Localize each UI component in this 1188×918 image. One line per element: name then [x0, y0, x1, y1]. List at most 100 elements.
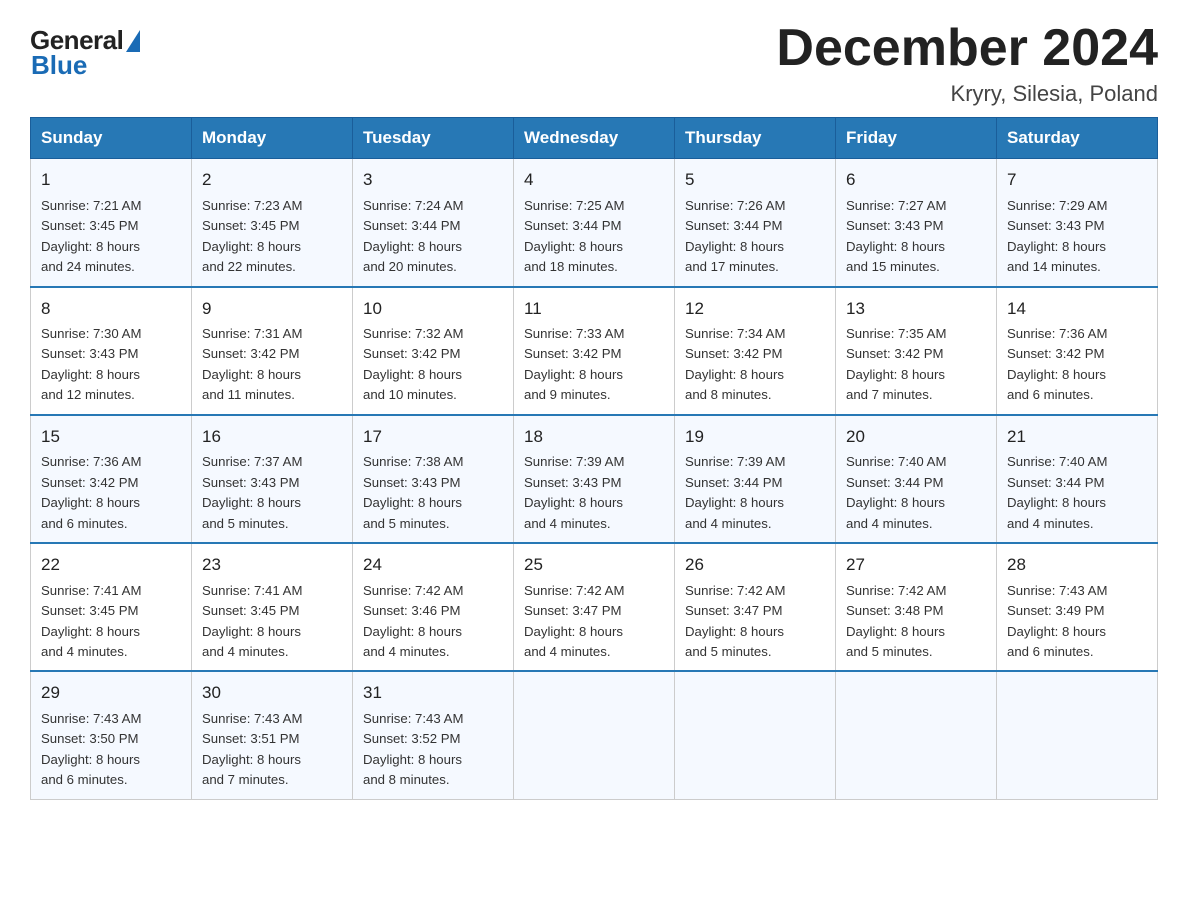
calendar-day-13: 13 Sunrise: 7:35 AMSunset: 3:42 PMDayligh…: [836, 287, 997, 415]
calendar-day-1: 1 Sunrise: 7:21 AMSunset: 3:45 PMDaylight…: [31, 159, 192, 287]
calendar-day-8: 8Sunrise: 7:30 AMSunset: 3:43 PMDaylight…: [31, 287, 192, 415]
calendar-day-2: 2 Sunrise: 7:23 AMSunset: 3:45 PMDaylight…: [192, 159, 353, 287]
day-number: 24: [363, 552, 503, 578]
day-number: 19: [685, 424, 825, 450]
day-info: Sunrise: 7:40 AMSunset: 3:44 PMDaylight:…: [846, 454, 946, 530]
day-number: 12: [685, 296, 825, 322]
day-number: 3: [363, 167, 503, 193]
calendar-day-23: 23Sunrise: 7:41 AMSunset: 3:45 PMDayligh…: [192, 543, 353, 671]
calendar-day-10: 10Sunrise: 7:32 AMSunset: 3:42 PMDayligh…: [353, 287, 514, 415]
calendar-week-5: 29 Sunrise: 7:43 AMSunset: 3:50 PMDayligh…: [31, 671, 1158, 799]
calendar-table: SundayMondayTuesdayWednesdayThursdayFrid…: [30, 117, 1158, 800]
day-info: Sunrise: 7:42 AMSunset: 3:47 PMDaylight:…: [524, 583, 624, 659]
calendar-day-30: 30 Sunrise: 7:43 AMSunset: 3:51 PMDayligh…: [192, 671, 353, 799]
calendar-empty-cell: [836, 671, 997, 799]
calendar-day-5: 5 Sunrise: 7:26 AMSunset: 3:44 PMDaylight…: [675, 159, 836, 287]
day-info: Sunrise: 7:29 AMSunset: 3:43 PMDaylight:…: [1007, 198, 1107, 274]
day-info: Sunrise: 7:35 AMSunset: 3:42 PMDaylight:…: [846, 326, 946, 402]
calendar-day-21: 21Sunrise: 7:40 AMSunset: 3:44 PMDayligh…: [997, 415, 1158, 543]
day-number: 13: [846, 296, 986, 322]
day-number: 15: [41, 424, 181, 450]
header-saturday: Saturday: [997, 118, 1158, 159]
calendar-day-12: 12 Sunrise: 7:34 AMSunset: 3:42 PMDayligh…: [675, 287, 836, 415]
calendar-day-25: 25 Sunrise: 7:42 AMSunset: 3:47 PMDayligh…: [514, 543, 675, 671]
logo-blue-text: Blue: [31, 50, 87, 81]
day-info: Sunrise: 7:40 AMSunset: 3:44 PMDaylight:…: [1007, 454, 1107, 530]
day-number: 20: [846, 424, 986, 450]
calendar-day-3: 3 Sunrise: 7:24 AMSunset: 3:44 PMDaylight…: [353, 159, 514, 287]
day-number: 31: [363, 680, 503, 706]
calendar-week-4: 22 Sunrise: 7:41 AMSunset: 3:45 PMDayligh…: [31, 543, 1158, 671]
logo-triangle-icon: [126, 30, 140, 52]
day-info: Sunrise: 7:32 AMSunset: 3:42 PMDaylight:…: [363, 326, 463, 402]
month-title: December 2024: [776, 20, 1158, 77]
day-number: 2: [202, 167, 342, 193]
day-info: Sunrise: 7:39 AMSunset: 3:43 PMDaylight:…: [524, 454, 624, 530]
day-info: Sunrise: 7:25 AMSunset: 3:44 PMDaylight:…: [524, 198, 624, 274]
day-number: 7: [1007, 167, 1147, 193]
day-info: Sunrise: 7:21 AMSunset: 3:45 PMDaylight:…: [41, 198, 141, 274]
day-info: Sunrise: 7:41 AMSunset: 3:45 PMDaylight:…: [41, 583, 141, 659]
calendar-day-28: 28Sunrise: 7:43 AMSunset: 3:49 PMDayligh…: [997, 543, 1158, 671]
day-number: 18: [524, 424, 664, 450]
calendar-day-18: 18 Sunrise: 7:39 AMSunset: 3:43 PMDayligh…: [514, 415, 675, 543]
calendar-day-11: 11 Sunrise: 7:33 AMSunset: 3:42 PMDayligh…: [514, 287, 675, 415]
day-info: Sunrise: 7:37 AMSunset: 3:43 PMDaylight:…: [202, 454, 302, 530]
day-number: 11: [524, 296, 664, 322]
location-title: Kryry, Silesia, Poland: [776, 81, 1158, 107]
day-info: Sunrise: 7:31 AMSunset: 3:42 PMDaylight:…: [202, 326, 302, 402]
day-number: 27: [846, 552, 986, 578]
day-number: 29: [41, 680, 181, 706]
day-info: Sunrise: 7:24 AMSunset: 3:44 PMDaylight:…: [363, 198, 463, 274]
calendar-empty-cell: [514, 671, 675, 799]
day-info: Sunrise: 7:38 AMSunset: 3:43 PMDaylight:…: [363, 454, 463, 530]
calendar-day-20: 20 Sunrise: 7:40 AMSunset: 3:44 PMDayligh…: [836, 415, 997, 543]
day-info: Sunrise: 7:27 AMSunset: 3:43 PMDaylight:…: [846, 198, 946, 274]
day-info: Sunrise: 7:26 AMSunset: 3:44 PMDaylight:…: [685, 198, 785, 274]
day-info: Sunrise: 7:43 AMSunset: 3:52 PMDaylight:…: [363, 711, 463, 787]
day-info: Sunrise: 7:42 AMSunset: 3:48 PMDaylight:…: [846, 583, 946, 659]
calendar-day-15: 15 Sunrise: 7:36 AMSunset: 3:42 PMDayligh…: [31, 415, 192, 543]
day-info: Sunrise: 7:43 AMSunset: 3:51 PMDaylight:…: [202, 711, 302, 787]
calendar-week-2: 8Sunrise: 7:30 AMSunset: 3:43 PMDaylight…: [31, 287, 1158, 415]
calendar-week-3: 15 Sunrise: 7:36 AMSunset: 3:42 PMDayligh…: [31, 415, 1158, 543]
header-friday: Friday: [836, 118, 997, 159]
header-thursday: Thursday: [675, 118, 836, 159]
calendar-day-17: 17 Sunrise: 7:38 AMSunset: 3:43 PMDayligh…: [353, 415, 514, 543]
header-monday: Monday: [192, 118, 353, 159]
day-number: 16: [202, 424, 342, 450]
calendar-day-6: 6 Sunrise: 7:27 AMSunset: 3:43 PMDaylight…: [836, 159, 997, 287]
day-number: 4: [524, 167, 664, 193]
calendar-empty-cell: [675, 671, 836, 799]
day-info: Sunrise: 7:23 AMSunset: 3:45 PMDaylight:…: [202, 198, 302, 274]
logo: General Blue: [30, 20, 140, 81]
calendar-day-26: 26Sunrise: 7:42 AMSunset: 3:47 PMDayligh…: [675, 543, 836, 671]
header-tuesday: Tuesday: [353, 118, 514, 159]
calendar-week-1: 1 Sunrise: 7:21 AMSunset: 3:45 PMDaylight…: [31, 159, 1158, 287]
day-info: Sunrise: 7:30 AMSunset: 3:43 PMDaylight:…: [41, 326, 141, 402]
day-number: 14: [1007, 296, 1147, 322]
calendar-day-22: 22 Sunrise: 7:41 AMSunset: 3:45 PMDayligh…: [31, 543, 192, 671]
calendar-day-9: 9Sunrise: 7:31 AMSunset: 3:42 PMDaylight…: [192, 287, 353, 415]
day-number: 25: [524, 552, 664, 578]
day-number: 6: [846, 167, 986, 193]
calendar-empty-cell: [997, 671, 1158, 799]
calendar-day-16: 16 Sunrise: 7:37 AMSunset: 3:43 PMDayligh…: [192, 415, 353, 543]
calendar-day-19: 19Sunrise: 7:39 AMSunset: 3:44 PMDayligh…: [675, 415, 836, 543]
calendar-day-31: 31 Sunrise: 7:43 AMSunset: 3:52 PMDayligh…: [353, 671, 514, 799]
day-info: Sunrise: 7:41 AMSunset: 3:45 PMDaylight:…: [202, 583, 302, 659]
day-info: Sunrise: 7:36 AMSunset: 3:42 PMDaylight:…: [41, 454, 141, 530]
calendar-day-14: 14 Sunrise: 7:36 AMSunset: 3:42 PMDayligh…: [997, 287, 1158, 415]
day-info: Sunrise: 7:42 AMSunset: 3:47 PMDaylight:…: [685, 583, 785, 659]
day-number: 17: [363, 424, 503, 450]
day-info: Sunrise: 7:43 AMSunset: 3:50 PMDaylight:…: [41, 711, 141, 787]
day-number: 5: [685, 167, 825, 193]
day-number: 22: [41, 552, 181, 578]
day-info: Sunrise: 7:34 AMSunset: 3:42 PMDaylight:…: [685, 326, 785, 402]
day-number: 30: [202, 680, 342, 706]
day-number: 1: [41, 167, 181, 193]
header-sunday: Sunday: [31, 118, 192, 159]
calendar-day-29: 29 Sunrise: 7:43 AMSunset: 3:50 PMDayligh…: [31, 671, 192, 799]
day-info: Sunrise: 7:33 AMSunset: 3:42 PMDaylight:…: [524, 326, 624, 402]
day-info: Sunrise: 7:36 AMSunset: 3:42 PMDaylight:…: [1007, 326, 1107, 402]
